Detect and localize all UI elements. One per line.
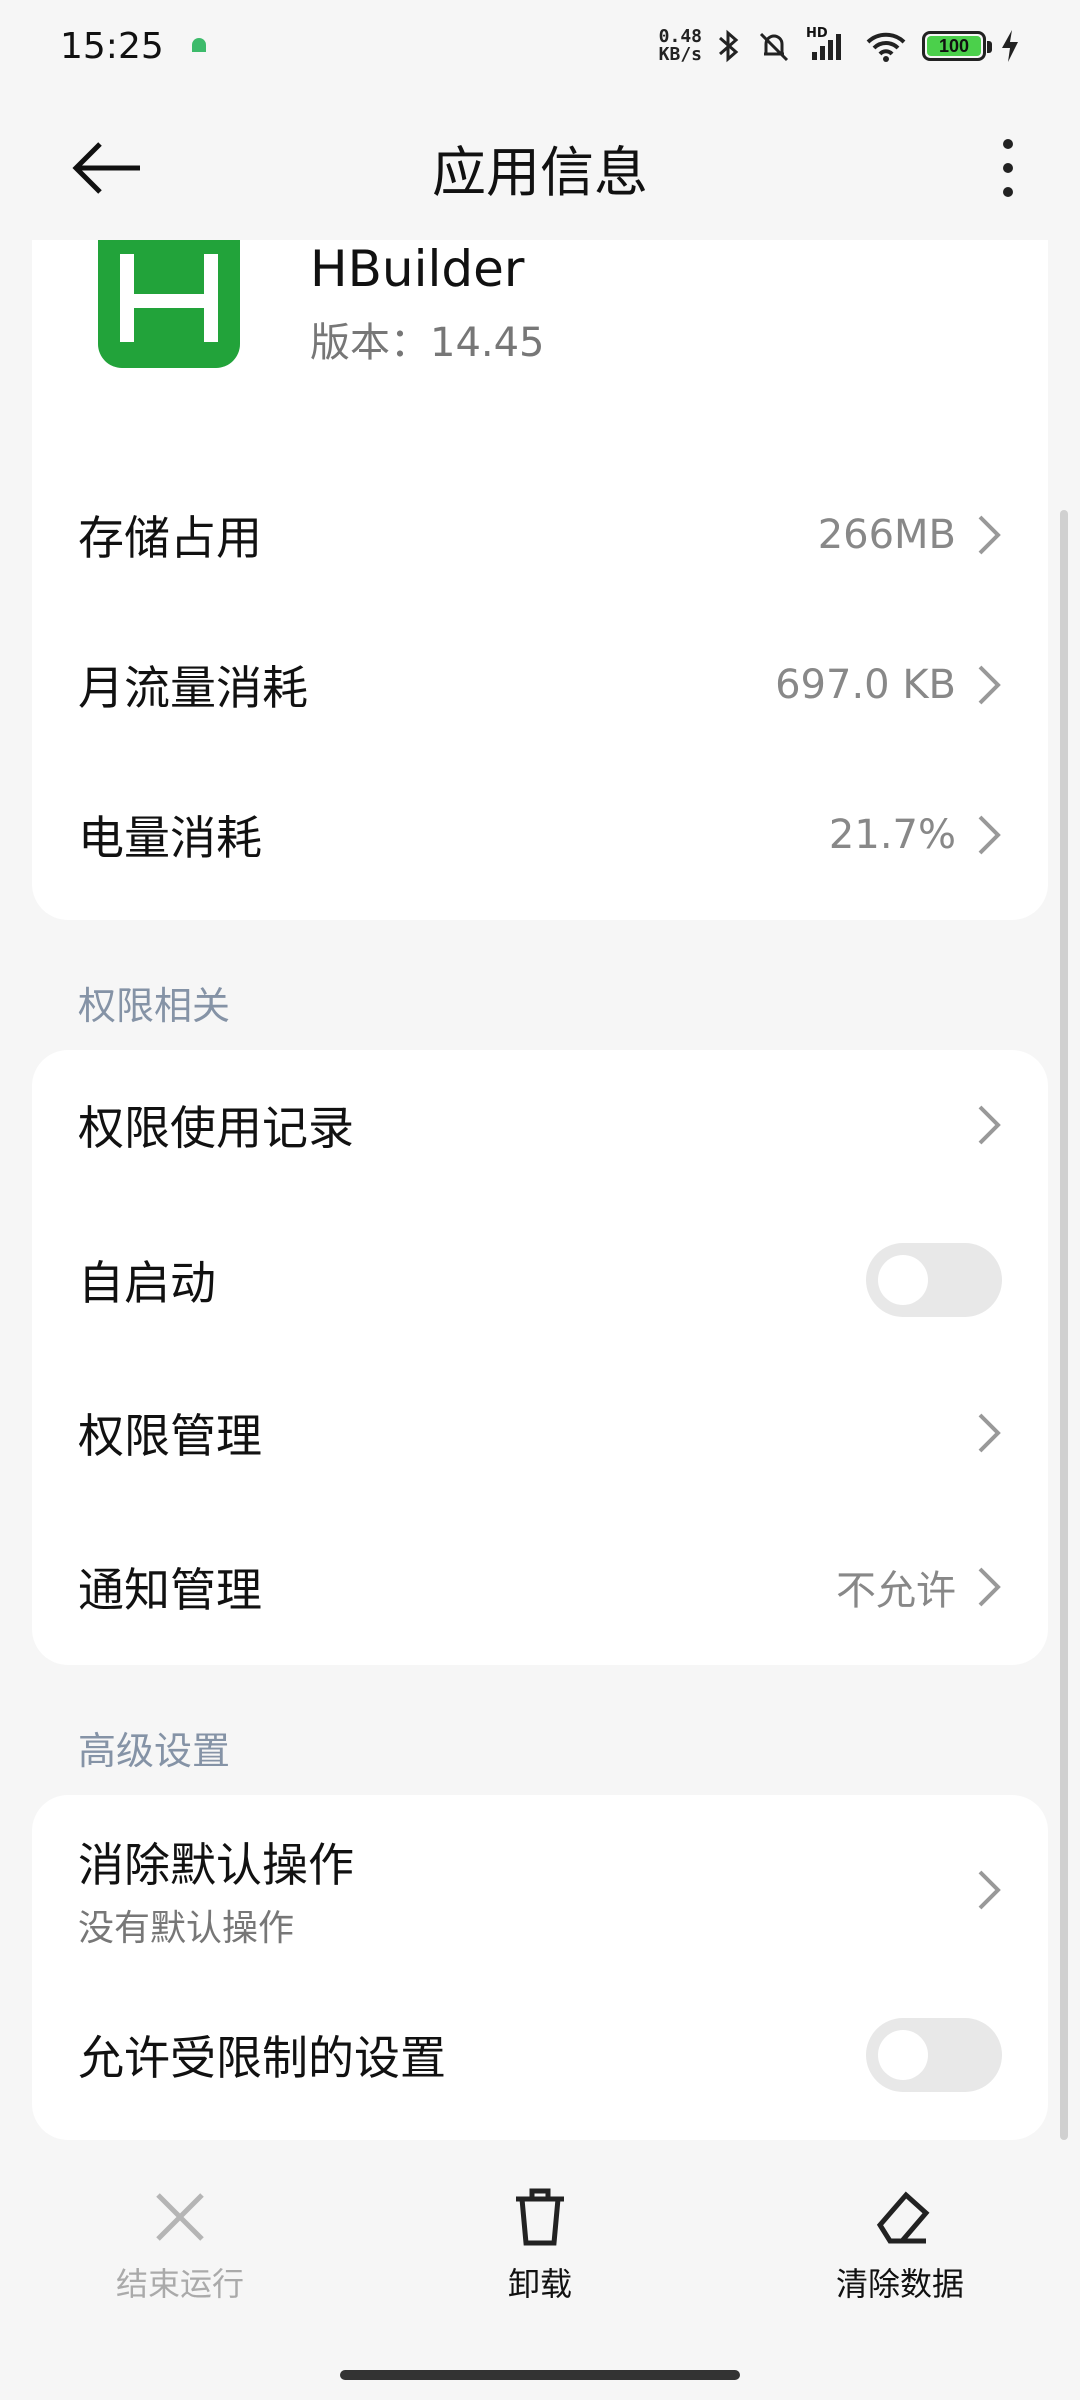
row-label: 月流量消耗 [78,661,308,715]
permission-usage-row[interactable]: 权限使用记录 [32,1050,1048,1200]
section-label-permissions: 权限相关 [78,984,231,1028]
charging-icon [1002,30,1018,62]
clear-data-button[interactable]: 清除数据 [800,2185,1000,2335]
row-label: 权限使用记录 [78,1101,354,1155]
restricted-settings-row: 允许受限制的设置 [32,1980,1048,2130]
autostart-row: 自启动 [32,1205,1048,1355]
row-sublabel: 没有默认操作 [78,1908,295,1949]
force-stop-button[interactable]: 结束运行 [80,2185,280,2335]
chevron-right-icon [978,1870,1001,1910]
status-icons: 0.48 KB/s HD 100 [658,26,1020,65]
app-name: HBuilder [310,240,525,298]
row-label: 通知管理 [78,1563,262,1617]
permission-management-row[interactable]: 权限管理 [32,1358,1048,1508]
chevron-right-icon [978,1413,1001,1453]
autostart-toggle[interactable] [866,1243,1002,1317]
bluetooth-icon [719,29,739,63]
battery-icon: 100 [922,31,992,61]
uninstall-button[interactable]: 卸载 [440,2185,640,2335]
trash-icon [516,2188,564,2246]
bottom-action-bar: 结束运行 卸载 清除数据 [0,2185,1080,2335]
row-label: 电量消耗 [78,811,262,865]
row-label: 权限管理 [78,1409,262,1463]
status-time: 15:25 [60,25,164,67]
android-icon [191,38,206,52]
app-icon [98,240,240,368]
row-value: 不允许 [836,1568,956,1614]
more-options-icon[interactable] [996,136,1020,200]
chevron-right-icon [978,515,1001,555]
chevron-right-icon [978,1567,1001,1607]
row-label: 自启动 [78,1256,216,1310]
chevron-right-icon [978,665,1001,705]
app-summary-card: HBuilder 版本：14.45 存储占用 266MB 月流量消耗 697.0… [32,240,1048,920]
row-value: 266MB [817,512,956,558]
clear-defaults-row[interactable]: 消除默认操作 没有默认操作 [32,1805,1048,1975]
restricted-settings-toggle[interactable] [866,2018,1002,2092]
status-bar: 15:25 0.48 KB/s HD 100 [0,0,1080,92]
wifi-icon [866,32,906,62]
cell-signal-icon: HD [806,26,850,64]
bell-muted-icon [759,32,789,62]
storage-row[interactable]: 存储占用 266MB [32,460,1048,610]
row-value: 21.7% [828,812,956,858]
chevron-right-icon [978,815,1001,855]
advanced-card: 消除默认操作 没有默认操作 允许受限制的设置 [32,1795,1048,2140]
close-icon [156,2193,204,2241]
row-value: 697.0 KB [775,662,956,708]
eraser-icon [876,2191,930,2244]
app-info-page: 15:25 0.48 KB/s HD 100 应用信息 HBuilder 版本：… [0,0,1080,2400]
back-arrow-icon[interactable] [72,140,144,196]
row-label: 存储占用 [78,511,262,565]
app-version: 版本：14.45 [310,320,545,366]
home-indicator[interactable] [340,2370,740,2380]
scrollbar[interactable] [1060,510,1068,2140]
notification-management-row[interactable]: 通知管理 不允许 [32,1512,1048,1662]
monthly-data-row[interactable]: 月流量消耗 697.0 KB [32,610,1048,760]
section-label-advanced: 高级设置 [78,1729,231,1773]
battery-usage-row[interactable]: 电量消耗 21.7% [32,760,1048,910]
top-app-bar: 应用信息 [0,92,1080,242]
chevron-right-icon [978,1105,1001,1145]
page-title: 应用信息 [432,140,648,204]
permissions-card: 权限使用记录 自启动 权限管理 通知管理 不允许 [32,1050,1048,1665]
row-label: 消除默认操作 [78,1838,354,1892]
row-label: 允许受限制的设置 [78,2031,446,2085]
net-speed: 0.48 KB/s [658,26,702,65]
